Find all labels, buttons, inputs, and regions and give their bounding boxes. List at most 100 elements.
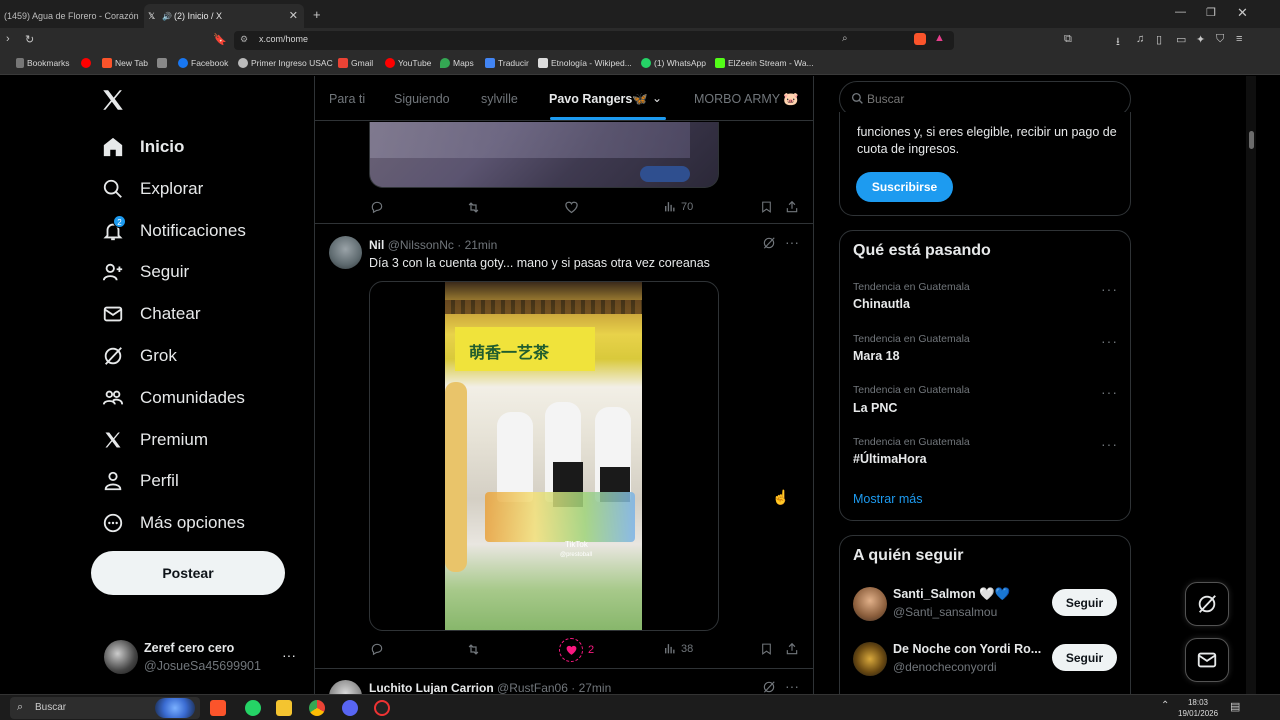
share-icon[interactable] <box>785 200 799 214</box>
browser-tab-active[interactable]: 𝕏 🔊 (2) Inicio / X ✕ <box>144 4 304 28</box>
bookmark-item[interactable] <box>81 58 91 68</box>
like-icon[interactable] <box>564 200 579 215</box>
repost-icon[interactable] <box>466 200 481 215</box>
nav-comunidades[interactable]: Comunidades <box>102 383 245 413</box>
menu-icon[interactable]: ≡ <box>1236 33 1242 45</box>
discord-icon[interactable] <box>342 700 358 716</box>
browser-tab[interactable]: (1459) Agua de Florero - Corazón Pa <box>0 4 140 28</box>
more-icon[interactable]: ··· <box>1101 436 1118 452</box>
share-icon[interactable] <box>785 642 799 656</box>
tweet-author-handle[interactable]: @NilssonNc <box>388 238 454 252</box>
chevron-down-icon[interactable]: ⌄ <box>652 91 662 105</box>
chrome-icon[interactable] <box>309 700 325 716</box>
media-icon[interactable]: ♫ <box>1136 33 1144 45</box>
show-more-link[interactable]: Mostrar más <box>853 492 922 506</box>
nav-grok[interactable]: Grok <box>102 341 177 371</box>
obs-icon[interactable] <box>374 700 390 716</box>
tab-pavo-rangers[interactable]: Pavo Rangers🦋 <box>549 92 648 107</box>
scrollbar-thumb[interactable] <box>1249 131 1254 149</box>
tab-morbo-army[interactable]: MORBO ARMY 🐷 <box>694 92 799 107</box>
zoom-icon[interactable]: ⌕ <box>842 33 848 44</box>
clock[interactable]: 18:03 19/01/2026 <box>1178 698 1218 718</box>
nav-seguir[interactable]: Seguir <box>102 257 189 287</box>
x-logo-icon[interactable] <box>100 87 126 113</box>
bookmark-page-icon[interactable]: 🔖 <box>213 33 227 46</box>
grok-icon[interactable] <box>762 680 776 694</box>
close-tab-icon[interactable]: ✕ <box>289 9 298 22</box>
follow-button[interactable]: Seguir <box>1052 589 1117 616</box>
site-info-icon[interactable]: ⚙ <box>240 34 248 45</box>
account-switcher[interactable]: Zeref cero cero @JosueSa45699901 ··· <box>96 632 306 684</box>
tab-para-ti[interactable]: Para ti <box>329 92 365 106</box>
bookmark-item[interactable]: YouTube <box>385 58 431 68</box>
subscribe-button[interactable]: Suscribirse <box>856 172 953 202</box>
nav-mas-opciones[interactable]: Más opciones <box>102 508 245 538</box>
bookmark-item[interactable]: ElZeein Stream - Wa... <box>715 58 814 68</box>
views-stat[interactable]: 70 <box>663 200 693 213</box>
tweet-time[interactable]: · 21min <box>457 238 497 252</box>
bookmark-item[interactable]: New Tab <box>102 58 148 68</box>
chevron-up-icon[interactable]: ⌃ <box>1161 700 1169 711</box>
messages-fab[interactable] <box>1185 638 1229 682</box>
brave-shields-icon[interactable] <box>914 33 926 45</box>
tweet-time[interactable]: · 27min <box>571 681 611 694</box>
address-bar[interactable]: ⚙ x.com/home ⌕ ▲ <box>234 31 954 50</box>
bookmark-item[interactable] <box>157 58 167 68</box>
forward-icon[interactable]: › <box>6 33 10 45</box>
bookmark-item[interactable]: Etnología - Wikiped... <box>538 58 632 68</box>
tweet-author-name[interactable]: Luchito Lujan Carrion <box>369 681 494 694</box>
scrollbar[interactable] <box>1246 76 1256 694</box>
nav-explorar[interactable]: Explorar <box>102 174 203 204</box>
notifications-icon[interactable]: ▤ <box>1230 700 1240 713</box>
sidebar-icon[interactable]: ▯ <box>1156 33 1162 46</box>
tab-sylville[interactable]: sylville <box>481 92 518 106</box>
tweet-avatar[interactable] <box>329 680 362 694</box>
nav-inicio[interactable]: Inicio <box>102 132 184 162</box>
close-window-icon[interactable]: ✕ <box>1237 5 1248 21</box>
nav-chatear[interactable]: Chatear <box>102 299 200 329</box>
grok-fab[interactable] <box>1185 582 1229 626</box>
post-button[interactable]: Postear <box>91 551 285 595</box>
wallet-icon[interactable]: ▭ <box>1176 33 1186 46</box>
extensions-icon[interactable]: ⧉ <box>1064 33 1072 46</box>
file-explorer-icon[interactable] <box>276 700 292 716</box>
bookmark-item[interactable]: Facebook <box>178 58 228 68</box>
tweet-avatar[interactable] <box>329 236 362 269</box>
bookmark-item[interactable]: Gmail <box>338 58 373 68</box>
reply-icon[interactable] <box>370 200 384 214</box>
more-icon[interactable]: ··· <box>785 678 799 694</box>
bookmark-icon[interactable] <box>760 642 773 656</box>
tweet-author-handle[interactable]: @RustFan06 <box>497 681 568 694</box>
taskbar-search[interactable]: ⌕ Buscar <box>10 697 200 719</box>
bookmark-item[interactable]: Maps <box>440 58 474 68</box>
search-input[interactable] <box>867 91 1117 107</box>
bookmark-item[interactable]: Bookmarks <box>16 58 70 68</box>
maximize-icon[interactable]: ❐ <box>1206 6 1216 19</box>
brave-taskbar-icon[interactable] <box>210 700 226 716</box>
leo-icon[interactable]: ✦ <box>1196 33 1205 46</box>
bookmark-item[interactable]: (1) WhatsApp <box>641 58 706 68</box>
minimize-icon[interactable]: — <box>1175 6 1186 18</box>
views-stat[interactable]: 38 <box>663 642 693 655</box>
vpn-icon[interactable]: ⛉ <box>1216 33 1224 46</box>
tweet-video[interactable]: 萌香一艺茶 TikTok @prestoball <box>369 281 719 631</box>
follow-button[interactable]: Seguir <box>1052 644 1117 671</box>
bookmark-item[interactable]: Primer Ingreso USAC <box>238 58 333 68</box>
brave-rewards-icon[interactable]: ▲ <box>934 32 945 44</box>
new-tab-icon[interactable]: + <box>313 7 321 22</box>
more-icon[interactable]: ··· <box>785 234 799 250</box>
more-icon[interactable]: ··· <box>1101 333 1118 349</box>
tweet-author-name[interactable]: Nil <box>369 238 384 252</box>
tab-siguiendo[interactable]: Siguiendo <box>394 92 450 106</box>
bookmark-icon[interactable] <box>760 200 773 214</box>
more-icon[interactable]: ··· <box>1101 281 1118 297</box>
reload-icon[interactable]: ↻ <box>25 33 34 46</box>
bookmark-item[interactable]: Traducir <box>485 58 529 68</box>
whatsapp-taskbar-icon[interactable] <box>245 700 261 716</box>
nav-premium[interactable]: Premium <box>102 425 208 455</box>
reply-icon[interactable] <box>370 642 384 656</box>
downloads-icon[interactable]: ⭳ <box>1116 33 1120 52</box>
nav-perfil[interactable]: Perfil <box>102 466 179 496</box>
like-button[interactable]: 2 <box>559 638 594 662</box>
grok-icon[interactable] <box>762 236 776 255</box>
